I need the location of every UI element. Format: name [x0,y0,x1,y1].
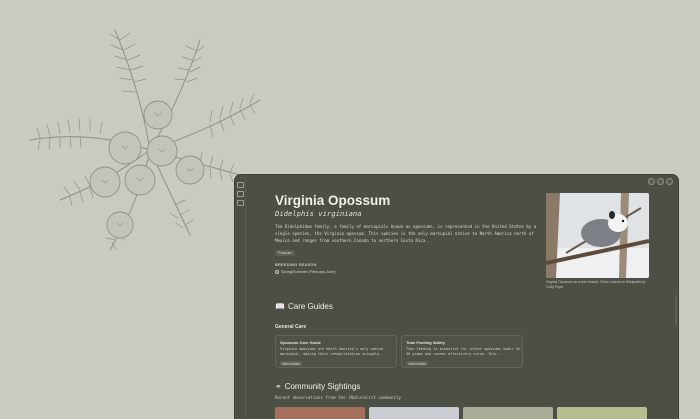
guide-card[interactable]: Opossum Care Guide Virginia opossums are… [275,335,397,368]
general-care-heading: General Care [275,324,307,330]
scrollbar[interactable] [675,295,677,325]
book-open-icon: 📖 [275,302,285,311]
community-subtitle: Recent observations from the iNaturalist… [275,395,402,400]
guide-card-description: Virginia opossums are North America's on… [280,347,386,356]
care-guides-heading: 📖 Care Guides [275,302,333,311]
left-rail [235,175,246,419]
sighting-thumbnail[interactable] [369,407,459,419]
book-icon[interactable] [237,191,244,197]
scientific-name: Didelphis virginiana [275,209,362,218]
search-icon[interactable] [657,178,664,185]
species-photo [546,193,649,278]
guide-card-description: Tube feeding is essential for infant opo… [406,347,522,356]
settings-icon[interactable] [666,178,673,185]
guide-card-title: Opossum Care Guide [280,340,321,345]
home-icon[interactable] [237,182,244,188]
sighting-thumbnail[interactable] [275,407,365,419]
photo-caption: Virginia Opossum on a tree branch. Photo… [546,280,646,289]
calendar-icon [275,270,279,274]
grid-icon[interactable] [237,200,244,206]
sighting-thumbnail[interactable] [557,407,647,419]
community-sightings-heading: ⚭ Community Sightings [275,382,361,391]
species-tag[interactable]: Possum [275,250,295,256]
breeding-season-value: Spring/Summer (February-June) [275,270,336,274]
species-window: Virginia Opossum Didelphis virginiana Th… [235,175,678,419]
guide-card-level: Intermediate [280,361,302,367]
page-title: Virginia Opossum [275,193,391,208]
sighting-thumbnail[interactable] [463,407,553,419]
guide-card-level: Intermediate [406,361,428,367]
panel-icon[interactable] [648,178,655,185]
guide-card[interactable]: Tube Feeding Safety Tube feeding is esse… [401,335,523,368]
guide-card-title: Tube Feeding Safety [406,340,445,345]
species-description: The Didelphidae family, a family of mars… [275,224,537,243]
breeding-season-label: BREEDING SEASON [275,263,317,267]
people-icon: ⚭ [275,382,282,391]
